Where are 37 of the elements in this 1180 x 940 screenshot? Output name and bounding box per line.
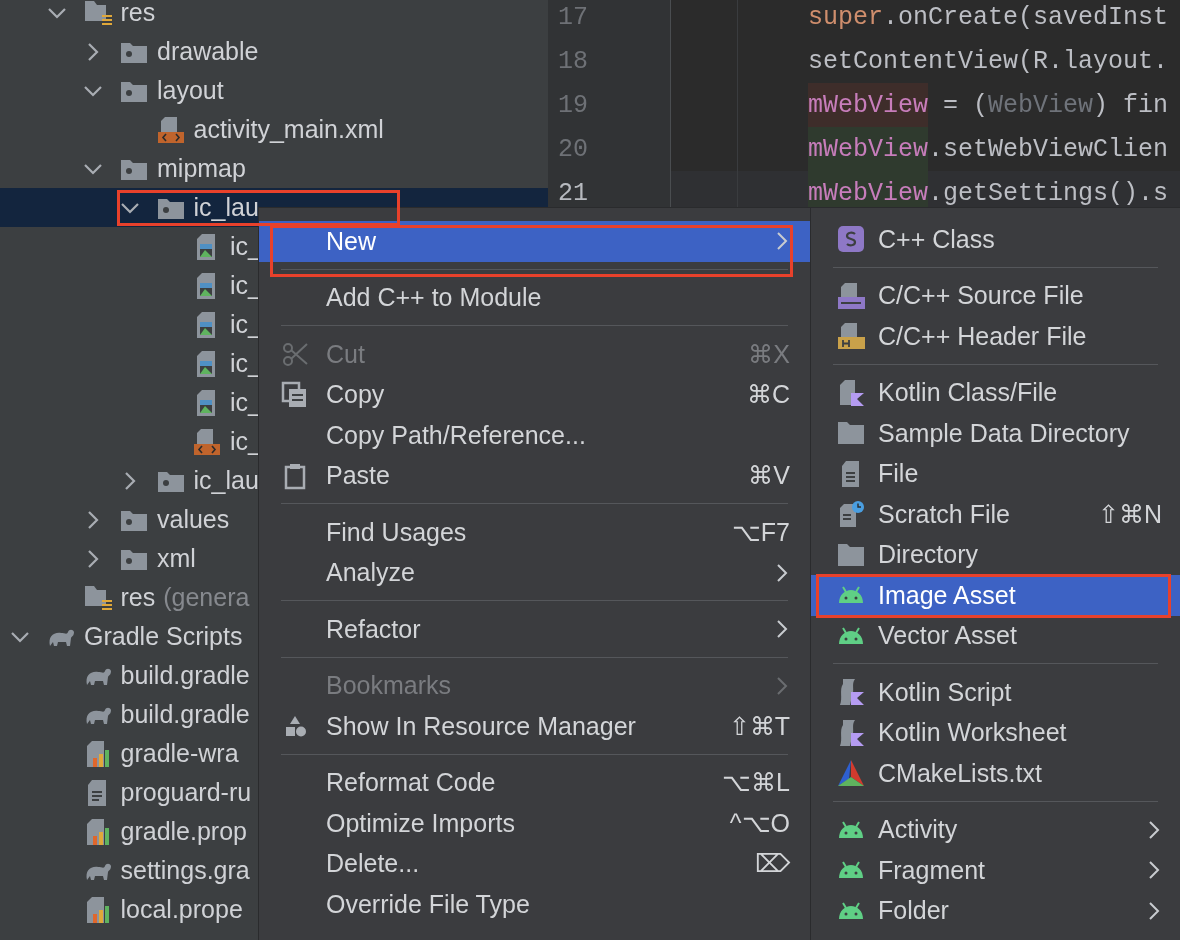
shortcut-label: ⌘C	[746, 380, 790, 410]
tree-item-label: xml	[157, 544, 196, 573]
tree-item-label: drawable	[157, 37, 259, 66]
tree-item-label: res	[120, 583, 156, 612]
line-number: 18	[557, 46, 589, 76]
code-line: mWebView.setWebViewClien	[808, 127, 1169, 171]
shortcut-label: ⌘X	[748, 339, 790, 369]
code-line: setContentView(R.layout.	[808, 45, 1169, 78]
shortcut-label: ^⌥O	[729, 808, 790, 838]
tree-item-label: gradle-wra	[120, 739, 239, 768]
tree-item-label: mipmap	[157, 154, 246, 183]
tree-item-label: proguard-ru	[120, 778, 252, 807]
code-line: mWebView = (WebView) fin	[808, 83, 1169, 127]
shortcut-label: ⌘V	[748, 461, 790, 491]
line-number: 17	[557, 2, 589, 32]
tree-item-label: settings.gra	[120, 856, 250, 885]
line-number: 19	[557, 90, 589, 120]
code-line: super.onCreate(savedInst	[808, 1, 1169, 34]
shortcut-label: ⌥⌘L	[722, 768, 790, 798]
tree-item-label: build.gradle	[120, 700, 250, 729]
tree-item-label: values	[157, 505, 230, 534]
shortcut-label: ⇧⌘N	[1097, 499, 1162, 529]
tree-item-label: ic_lau	[193, 193, 259, 222]
line-number: 20	[557, 134, 589, 164]
tree-item-label: build.gradle	[120, 661, 250, 690]
tree-item-label: activity_main.xml	[193, 115, 384, 144]
shortcut-label: ⌦	[755, 849, 790, 879]
tree-item-label: local.prope	[120, 895, 243, 924]
tree-item-label: ic_lau	[193, 466, 259, 495]
tree-item-label: layout	[157, 76, 224, 105]
tree-item-label: gradle.prop	[120, 817, 247, 846]
line-number: 21	[557, 178, 589, 208]
shortcut-label: ⇧⌘T	[728, 711, 790, 741]
shortcut-label: ⌥F7	[731, 517, 790, 547]
tree-item-label: Gradle Scripts	[84, 622, 243, 651]
tree-item-note: (genera	[163, 583, 250, 612]
tree-item-label: res	[120, 0, 156, 27]
